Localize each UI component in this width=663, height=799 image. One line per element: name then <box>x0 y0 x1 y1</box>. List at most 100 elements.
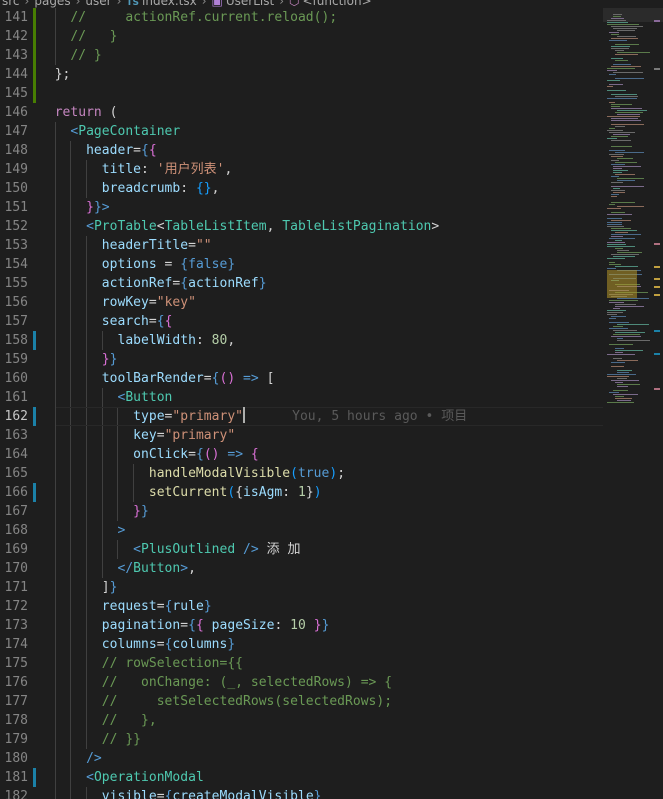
code-line[interactable]: 156 rowKey="key" <box>0 293 603 312</box>
code-line[interactable]: 172 request={rule} <box>0 597 603 616</box>
code-text[interactable]: ]} <box>39 578 118 597</box>
code-text[interactable]: // } <box>39 27 117 46</box>
line-number[interactable]: 150 <box>0 179 28 198</box>
line-number[interactable]: 155 <box>0 274 28 293</box>
code-line[interactable]: 174 columns={columns} <box>0 635 603 654</box>
line-number[interactable]: 172 <box>0 597 28 616</box>
line-number[interactable]: 159 <box>0 350 28 369</box>
code-line[interactable]: 154 options = {false} <box>0 255 603 274</box>
code-line[interactable]: 166 setCurrent({isAgm: 1}) <box>0 483 603 502</box>
code-text[interactable]: actionRef={actionRef} <box>39 274 267 293</box>
code-line[interactable]: 177 // setSelectedRows(selectedRows); <box>0 692 603 711</box>
code-editor[interactable]: 141 // actionRef.current.reload(); 142 //… <box>0 8 603 799</box>
line-number[interactable]: 153 <box>0 236 28 255</box>
line-number[interactable]: 142 <box>0 27 28 46</box>
line-number[interactable]: 143 <box>0 46 28 65</box>
code-text[interactable]: title: '用户列表', <box>39 160 233 179</box>
code-line[interactable]: 182 visible={createModalVisible} <box>0 787 603 799</box>
code-line[interactable]: 144 }; <box>0 65 603 84</box>
code-text[interactable]: <PlusOutlined /> 添 加 <box>39 540 300 559</box>
line-number[interactable]: 149 <box>0 160 28 179</box>
gutter-modified-marker[interactable] <box>33 331 36 350</box>
code-text[interactable]: // rowSelection={{ <box>39 654 243 673</box>
gutter-modified-marker[interactable] <box>33 768 36 787</box>
line-number[interactable]: 176 <box>0 673 28 692</box>
line-number[interactable]: 171 <box>0 578 28 597</box>
line-number[interactable]: 141 <box>0 8 28 27</box>
code-text[interactable]: }; <box>39 65 71 84</box>
code-line[interactable]: 178 // }, <box>0 711 603 730</box>
line-number[interactable]: 175 <box>0 654 28 673</box>
gutter-modified-marker[interactable] <box>33 483 36 502</box>
code-line[interactable]: 148 header={{ <box>0 141 603 160</box>
code-line[interactable]: 142 // } <box>0 27 603 46</box>
breadcrumb-item-src[interactable]: src <box>2 0 20 8</box>
code-line[interactable]: 150 breadcrumb: {}, <box>0 179 603 198</box>
line-number[interactable]: 162 <box>0 407 28 426</box>
code-text[interactable]: /> <box>39 749 102 768</box>
code-line[interactable]: 179 // }} <box>0 730 603 749</box>
code-line[interactable]: 145 <box>0 84 603 103</box>
line-number[interactable]: 161 <box>0 388 28 407</box>
code-line[interactable]: 141 // actionRef.current.reload(); <box>0 8 603 27</box>
breadcrumb-item-pages[interactable]: pages <box>34 0 70 8</box>
code-text[interactable]: breadcrumb: {}, <box>39 179 220 198</box>
code-text[interactable]: }} <box>39 350 118 369</box>
line-number[interactable]: 168 <box>0 521 28 540</box>
code-line[interactable]: 160 toolBarRender={() => [ <box>0 369 603 388</box>
gutter-modified-marker[interactable] <box>33 407 36 426</box>
line-number[interactable]: 152 <box>0 217 28 236</box>
code-text[interactable]: columns={columns} <box>39 635 235 654</box>
code-text[interactable]: > <box>39 521 125 540</box>
line-number[interactable]: 165 <box>0 464 28 483</box>
code-line[interactable]: 162 type="primary" You, 5 hours ago • 项目 <box>0 407 603 426</box>
code-text[interactable]: // }} <box>39 730 141 749</box>
code-text[interactable]: setCurrent({isAgm: 1}) <box>39 483 322 502</box>
code-text[interactable]: // setSelectedRows(selectedRows); <box>39 692 392 711</box>
code-line[interactable]: 180 /> <box>0 749 603 768</box>
code-line[interactable]: 171 ]} <box>0 578 603 597</box>
code-line[interactable]: 176 // onChange: (_, selectedRows) => { <box>0 673 603 692</box>
code-text[interactable]: rowKey="key" <box>39 293 196 312</box>
line-number[interactable]: 182 <box>0 787 28 799</box>
code-line[interactable]: 181 <OperationModal <box>0 768 603 787</box>
code-text[interactable]: // onChange: (_, selectedRows) => { <box>39 673 392 692</box>
line-number[interactable]: 170 <box>0 559 28 578</box>
breadcrumb-item-user[interactable]: user <box>85 0 111 8</box>
line-number[interactable]: 146 <box>0 103 28 122</box>
breadcrumb-item-file[interactable]: index.tsx <box>142 0 197 8</box>
code-line[interactable]: 155 actionRef={actionRef} <box>0 274 603 293</box>
line-number[interactable]: 147 <box>0 122 28 141</box>
code-text[interactable]: header={{ <box>39 141 157 160</box>
gutter-added-marker[interactable] <box>33 84 36 103</box>
line-number[interactable]: 167 <box>0 502 28 521</box>
code-text[interactable]: toolBarRender={() => [ <box>39 369 275 388</box>
code-text[interactable]: return ( <box>39 103 118 122</box>
code-text[interactable]: visible={createModalVisible} <box>39 787 322 799</box>
code-text[interactable]: key="primary" <box>39 426 235 445</box>
code-text[interactable]: <OperationModal <box>39 768 204 787</box>
line-number[interactable]: 181 <box>0 768 28 787</box>
code-line[interactable]: 157 search={{ <box>0 312 603 331</box>
line-number[interactable]: 157 <box>0 312 28 331</box>
code-text[interactable]: type="primary" You, 5 hours ago • 项目 <box>39 407 467 426</box>
line-number[interactable]: 156 <box>0 293 28 312</box>
line-number[interactable]: 154 <box>0 255 28 274</box>
code-line[interactable]: 143 // } <box>0 46 603 65</box>
code-text[interactable]: </Button>, <box>39 559 196 578</box>
line-number[interactable]: 163 <box>0 426 28 445</box>
breadcrumb-item-function[interactable]: <function> <box>303 0 372 8</box>
code-text[interactable]: }} <box>39 502 149 521</box>
breadcrumb-item-symbol[interactable]: UserList <box>226 0 274 8</box>
code-text[interactable]: handleModalVisible(true); <box>39 464 345 483</box>
code-line[interactable]: 153 headerTitle="" <box>0 236 603 255</box>
code-line[interactable]: 164 onClick={() => { <box>0 445 603 464</box>
code-text[interactable]: // } <box>39 46 102 65</box>
code-line[interactable]: 149 title: '用户列表', <box>0 160 603 179</box>
code-text[interactable]: // }, <box>39 711 157 730</box>
line-number[interactable]: 144 <box>0 65 28 84</box>
line-number[interactable]: 174 <box>0 635 28 654</box>
code-text[interactable]: search={{ <box>39 312 173 331</box>
line-number[interactable]: 173 <box>0 616 28 635</box>
code-line[interactable]: 165 handleModalVisible(true); <box>0 464 603 483</box>
